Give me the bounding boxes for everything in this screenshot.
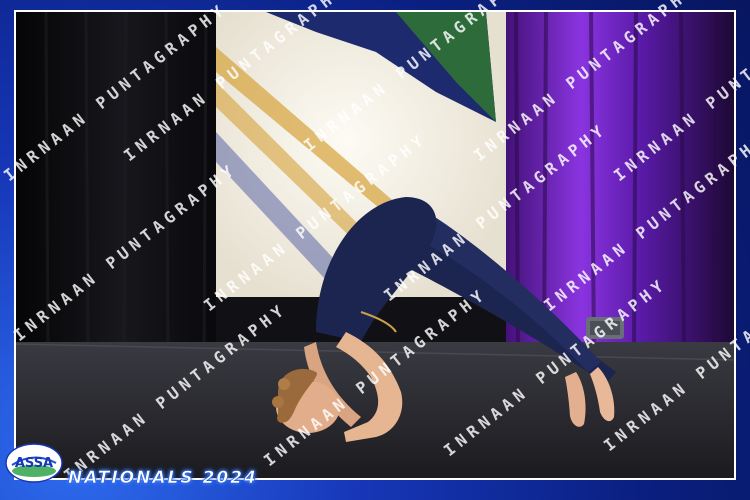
- photo-frame: INRNAAN PUNTAGRAPHY INRNAAN PUNTAGRAPHY …: [0, 0, 750, 500]
- photograph: [14, 10, 736, 480]
- stage-scene: [16, 12, 734, 478]
- event-title: NATIONALS 2024: [68, 468, 258, 489]
- assa-logo: ASSA: [5, 443, 63, 483]
- logo-text: ASSA: [15, 456, 53, 471]
